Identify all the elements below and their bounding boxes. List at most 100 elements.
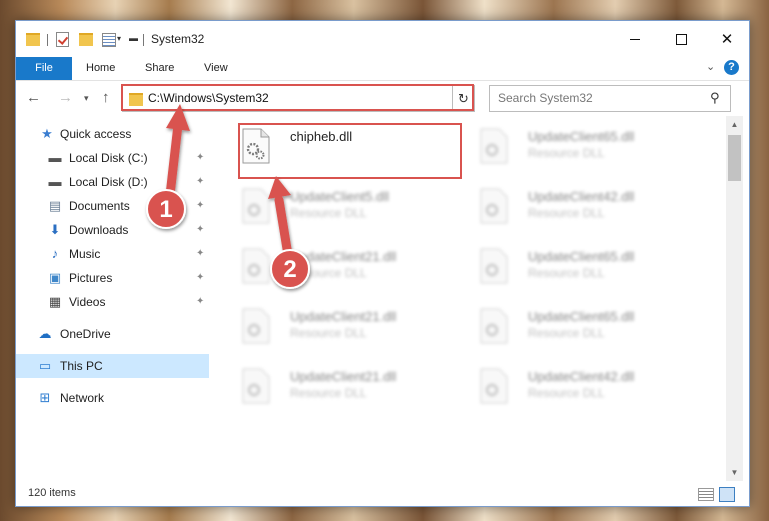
file-item[interactable]: UpdateClient5.dll Resource DLL <box>238 182 458 238</box>
minimize-icon <box>630 38 640 40</box>
up-arrow-icon[interactable]: ↑ <box>102 89 110 106</box>
sidebar-item-label: Quick access <box>60 127 132 141</box>
tab-home[interactable]: Home <box>86 57 115 80</box>
status-bar: 120 items <box>16 481 749 506</box>
file-item[interactable]: UpdateClient21.dll Resource DLL <box>238 362 458 418</box>
help-icon[interactable]: ? <box>724 60 739 75</box>
file-type: Resource DLL <box>290 206 367 220</box>
sidebar-item-music[interactable]: ♪ Music ✦ <box>16 242 209 266</box>
sidebar-item-downloads[interactable]: ⬇ Downloads ✦ <box>16 218 209 242</box>
maximize-button[interactable] <box>658 21 704 57</box>
dll-file-icon <box>480 188 508 224</box>
pin-icon[interactable]: ✦ <box>196 248 204 259</box>
tab-file[interactable]: File <box>16 57 72 80</box>
dll-file-icon <box>480 128 508 164</box>
drive-icon: ▬ <box>48 150 62 165</box>
cloud-icon: ☁ <box>38 326 52 341</box>
scroll-up-icon[interactable]: ▲ <box>726 116 743 133</box>
maximize-icon <box>675 33 687 45</box>
file-type: Resource DLL <box>528 146 605 160</box>
file-item[interactable]: UpdateClient42.dll Resource DLL <box>476 182 696 238</box>
sidebar-item-quick-access[interactable]: ★ Quick access <box>16 122 209 146</box>
back-arrow-icon[interactable]: ← <box>26 89 41 106</box>
search-placeholder: Search System32 <box>498 91 593 105</box>
file-item[interactable]: UpdateClient65.dll Resource DLL <box>476 242 696 298</box>
address-path[interactable]: C:\Windows\System32 <box>148 91 269 105</box>
sidebar-item-documents[interactable]: ▤ Documents ✦ <box>16 194 209 218</box>
sidebar-item-label: Documents <box>69 199 130 213</box>
search-input[interactable]: Search System32 ⚲ <box>489 85 731 112</box>
file-item[interactable]: UpdateClient65.dll Resource DLL <box>476 302 696 358</box>
forward-arrow-icon[interactable]: → <box>58 89 73 106</box>
sidebar-item-local-disk-d[interactable]: ▬ Local Disk (D:) ✦ <box>16 170 209 194</box>
separator <box>143 34 144 46</box>
file-name: UpdateClient65.dll <box>528 249 635 264</box>
pin-icon[interactable]: ✦ <box>196 176 204 187</box>
file-name: UpdateClient42.dll <box>528 189 635 204</box>
sidebar-item-videos[interactable]: ▦ Videos ✦ <box>16 290 209 314</box>
scroll-down-icon[interactable]: ▼ <box>726 464 743 481</box>
search-icon[interactable]: ⚲ <box>710 90 720 106</box>
pin-icon[interactable]: ✦ <box>196 200 204 211</box>
refresh-button[interactable]: ↻ <box>452 85 475 112</box>
file-type: Resource DLL <box>290 326 367 340</box>
pin-icon[interactable]: ✦ <box>196 272 204 283</box>
new-folder-icon[interactable] <box>79 33 93 46</box>
expand-ribbon-icon[interactable]: ⌄ <box>706 60 715 73</box>
properties-check-icon[interactable] <box>56 32 69 47</box>
sidebar-item-local-disk-c[interactable]: ▬ Local Disk (C:) ✦ <box>16 146 209 170</box>
sidebar-item-label: Videos <box>69 295 106 309</box>
pin-icon[interactable]: ✦ <box>196 296 204 307</box>
address-bar[interactable]: C:\Windows\System32 ▾ <box>122 85 475 112</box>
sidebar-item-label: Local Disk (D:) <box>69 175 148 189</box>
recent-locations-icon[interactable]: ▾ <box>84 93 89 104</box>
sidebar-item-this-pc[interactable]: ▭ This PC <box>16 354 209 378</box>
drive-icon: ▬ <box>48 174 62 189</box>
navigation-pane: ★ Quick access ▬ Local Disk (C:) ✦ ▬ Loc… <box>16 116 209 481</box>
file-item[interactable]: UpdateClient65.dll Resource DLL <box>476 122 696 178</box>
file-type: Resource DLL <box>290 266 367 280</box>
folder-icon <box>26 33 40 46</box>
sidebar-item-label: Local Disk (C:) <box>69 151 148 165</box>
file-item[interactable]: UpdateClient42.dll Resource DLL <box>476 362 696 418</box>
large-icons-view-icon[interactable] <box>719 487 735 502</box>
details-view-icon[interactable] <box>698 488 714 501</box>
pin-icon[interactable]: ✦ <box>196 224 204 235</box>
sidebar-item-onedrive[interactable]: ☁ OneDrive <box>16 322 209 346</box>
customize-dropdown-icon[interactable]: ▾ <box>117 34 121 43</box>
sidebar-item-pictures[interactable]: ▣ Pictures ✦ <box>16 266 209 290</box>
document-icon: ▤ <box>48 198 62 213</box>
sidebar-item-label: Music <box>69 247 101 261</box>
sidebar-item-network[interactable]: ⊞ Network <box>16 386 209 410</box>
dll-file-icon <box>242 188 270 224</box>
scroll-thumb[interactable] <box>728 135 741 181</box>
file-item[interactable]: UpdateClient21.dll Resource DLL <box>238 302 458 358</box>
tab-share[interactable]: Share <box>145 57 174 80</box>
vertical-scrollbar[interactable]: ▲ ▼ <box>726 116 743 481</box>
customize-toolbar-icon[interactable]: ▬ <box>129 33 138 43</box>
file-list: chipheb.dll UpdateClient5.dll Resource D… <box>212 116 726 481</box>
film-icon: ▦ <box>48 294 62 309</box>
file-type: Resource DLL <box>528 326 605 340</box>
pin-icon[interactable]: ✦ <box>196 152 204 163</box>
close-icon: ✕ <box>720 31 734 48</box>
window-title: System32 <box>151 32 205 46</box>
dll-file-icon <box>242 308 270 344</box>
file-item[interactable]: chipheb.dll <box>238 122 458 178</box>
item-count: 120 items <box>28 487 76 499</box>
navigation-bar: ← → ▾ ↑ C:\Windows\System32 ▾ ↻ Search S… <box>16 81 749 115</box>
dll-file-icon <box>242 248 270 284</box>
explorer-window: ▾ ▬ System32 ✕ File Home Share View ⌄ ? … <box>15 20 750 507</box>
dll-file-icon <box>242 368 270 404</box>
minimize-button[interactable] <box>612 21 658 57</box>
sidebar-item-label: Network <box>60 391 105 405</box>
file-name: UpdateClient21.dll <box>290 369 397 384</box>
file-type: Resource DLL <box>528 206 605 220</box>
close-button[interactable]: ✕ <box>704 21 749 57</box>
file-item[interactable]: UpdateClient21.dll Resource DLL <box>238 242 458 298</box>
file-name: UpdateClient21.dll <box>290 309 397 324</box>
pictures-icon: ▣ <box>48 270 62 285</box>
file-type: Resource DLL <box>290 386 367 400</box>
properties-icon[interactable] <box>102 33 116 47</box>
tab-view[interactable]: View <box>204 57 228 80</box>
